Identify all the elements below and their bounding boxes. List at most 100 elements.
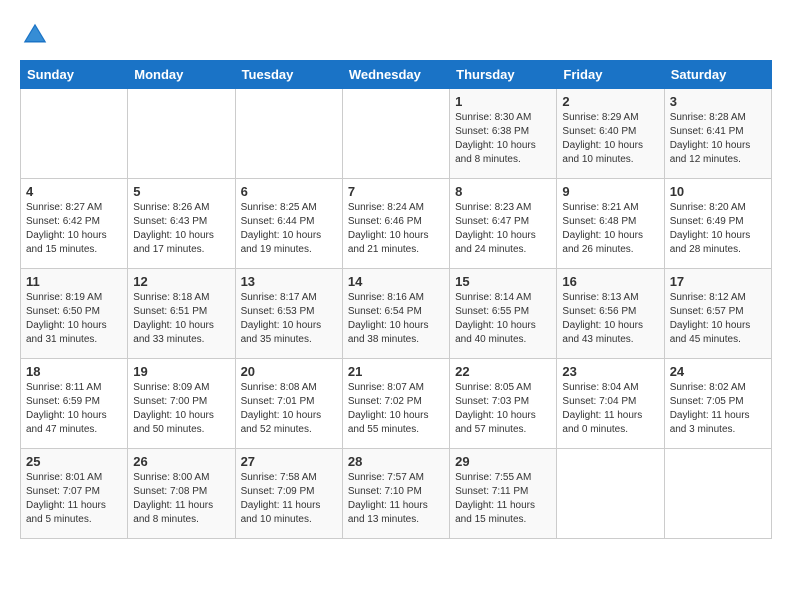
day-number: 13 [241,274,337,289]
week-row-3: 11Sunrise: 8:19 AM Sunset: 6:50 PM Dayli… [21,269,772,359]
col-wednesday: Wednesday [342,61,449,89]
day-info: Sunrise: 8:28 AM Sunset: 6:41 PM Dayligh… [670,111,766,167]
day-number: 17 [670,274,766,289]
day-number: 28 [348,454,444,469]
day-info: Sunrise: 7:55 AM Sunset: 7:11 PM Dayligh… [455,471,551,527]
calendar-cell: 1 Sunrise: 8:30 AM Sunset: 6:38 PM Daylig… [450,89,557,179]
calendar-cell: 8 Sunrise: 8:23 AM Sunset: 6:47 PM Daylig… [450,179,557,269]
day-number: 23 [562,364,658,379]
week-row-2: 4 Sunrise: 8:27 AM Sunset: 6:42 PM Daylig… [21,179,772,269]
calendar-cell: 3 Sunrise: 8:28 AM Sunset: 6:41 PM Daylig… [664,89,771,179]
calendar-cell: 21 Sunrise: 8:07 AM Sunset: 7:02 PM Dayli… [342,359,449,449]
day-info: Sunrise: 8:13 AM Sunset: 6:56 PM Dayligh… [562,291,658,347]
calendar-cell: 16 Sunrise: 8:13 AM Sunset: 6:56 PM Dayli… [557,269,664,359]
calendar-cell: 27 Sunrise: 7:58 AM Sunset: 7:09 PM Dayli… [235,449,342,539]
calendar-cell: 26 Sunrise: 8:00 AM Sunset: 7:08 PM Dayli… [128,449,235,539]
week-row-4: 18 Sunrise: 8:11 AM Sunset: 6:59 PM Dayli… [21,359,772,449]
day-number: 8 [455,184,551,199]
calendar-cell: 29 Sunrise: 7:55 AM Sunset: 7:11 PM Dayli… [450,449,557,539]
day-number: 4 [26,184,122,199]
calendar-cell [128,89,235,179]
col-friday: Friday [557,61,664,89]
calendar-cell: 23 Sunrise: 8:04 AM Sunset: 7:04 PM Dayli… [557,359,664,449]
day-number: 5 [133,184,229,199]
day-info: Sunrise: 8:19 AM Sunset: 6:50 PM Dayligh… [26,291,122,347]
day-info: Sunrise: 8:29 AM Sunset: 6:40 PM Dayligh… [562,111,658,167]
day-info: Sunrise: 8:07 AM Sunset: 7:02 PM Dayligh… [348,381,444,437]
calendar-cell: 22Sunrise: 8:05 AM Sunset: 7:03 PM Dayli… [450,359,557,449]
day-number: 20 [241,364,337,379]
day-info: Sunrise: 8:23 AM Sunset: 6:47 PM Dayligh… [455,201,551,257]
day-info: Sunrise: 7:57 AM Sunset: 7:10 PM Dayligh… [348,471,444,527]
calendar-cell: 25Sunrise: 8:01 AM Sunset: 7:07 PM Dayli… [21,449,128,539]
day-number: 29 [455,454,551,469]
day-number: 19 [133,364,229,379]
calendar-cell [557,449,664,539]
calendar-cell: 17 Sunrise: 8:12 AM Sunset: 6:57 PM Dayli… [664,269,771,359]
day-info: Sunrise: 8:08 AM Sunset: 7:01 PM Dayligh… [241,381,337,437]
calendar-cell: 13 Sunrise: 8:17 AM Sunset: 6:53 PM Dayli… [235,269,342,359]
calendar-cell: 20 Sunrise: 8:08 AM Sunset: 7:01 PM Dayli… [235,359,342,449]
calendar-cell: 19 Sunrise: 8:09 AM Sunset: 7:00 PM Dayli… [128,359,235,449]
day-info: Sunrise: 8:20 AM Sunset: 6:49 PM Dayligh… [670,201,766,257]
day-info: Sunrise: 8:16 AM Sunset: 6:54 PM Dayligh… [348,291,444,347]
day-number: 14 [348,274,444,289]
calendar-cell [664,449,771,539]
day-number: 3 [670,94,766,109]
calendar-cell: 28 Sunrise: 7:57 AM Sunset: 7:10 PM Dayli… [342,449,449,539]
page-header [20,20,772,50]
day-info: Sunrise: 8:02 AM Sunset: 7:05 PM Dayligh… [670,381,766,437]
day-info: Sunrise: 8:30 AM Sunset: 6:38 PM Dayligh… [455,111,551,167]
calendar-body: 1 Sunrise: 8:30 AM Sunset: 6:38 PM Daylig… [21,89,772,539]
day-info: Sunrise: 8:27 AM Sunset: 6:42 PM Dayligh… [26,201,122,257]
day-info: Sunrise: 8:14 AM Sunset: 6:55 PM Dayligh… [455,291,551,347]
day-number: 25 [26,454,122,469]
day-number: 21 [348,364,444,379]
calendar-cell [342,89,449,179]
day-number: 24 [670,364,766,379]
calendar-cell: 2 Sunrise: 8:29 AM Sunset: 6:40 PM Daylig… [557,89,664,179]
day-number: 16 [562,274,658,289]
day-info: Sunrise: 8:12 AM Sunset: 6:57 PM Dayligh… [670,291,766,347]
calendar-cell: 24 Sunrise: 8:02 AM Sunset: 7:05 PM Dayli… [664,359,771,449]
day-number: 12 [133,274,229,289]
calendar-table: Sunday Monday Tuesday Wednesday Thursday… [20,60,772,539]
calendar-cell: 12 Sunrise: 8:18 AM Sunset: 6:51 PM Dayli… [128,269,235,359]
day-info: Sunrise: 8:18 AM Sunset: 6:51 PM Dayligh… [133,291,229,347]
week-row-1: 1 Sunrise: 8:30 AM Sunset: 6:38 PM Daylig… [21,89,772,179]
day-info: Sunrise: 8:24 AM Sunset: 6:46 PM Dayligh… [348,201,444,257]
day-number: 26 [133,454,229,469]
day-info: Sunrise: 8:21 AM Sunset: 6:48 PM Dayligh… [562,201,658,257]
day-info: Sunrise: 8:09 AM Sunset: 7:00 PM Dayligh… [133,381,229,437]
col-sunday: Sunday [21,61,128,89]
day-info: Sunrise: 7:58 AM Sunset: 7:09 PM Dayligh… [241,471,337,527]
calendar-cell [235,89,342,179]
day-number: 10 [670,184,766,199]
day-info: Sunrise: 8:00 AM Sunset: 7:08 PM Dayligh… [133,471,229,527]
day-number: 1 [455,94,551,109]
col-tuesday: Tuesday [235,61,342,89]
day-number: 15 [455,274,551,289]
calendar-cell: 11Sunrise: 8:19 AM Sunset: 6:50 PM Dayli… [21,269,128,359]
calendar-cell: 9Sunrise: 8:21 AM Sunset: 6:48 PM Daylig… [557,179,664,269]
day-number: 2 [562,94,658,109]
day-number: 27 [241,454,337,469]
calendar-cell [21,89,128,179]
calendar-cell: 10 Sunrise: 8:20 AM Sunset: 6:49 PM Dayli… [664,179,771,269]
day-info: Sunrise: 8:04 AM Sunset: 7:04 PM Dayligh… [562,381,658,437]
day-number: 6 [241,184,337,199]
col-thursday: Thursday [450,61,557,89]
calendar-cell: 5Sunrise: 8:26 AM Sunset: 6:43 PM Daylig… [128,179,235,269]
col-saturday: Saturday [664,61,771,89]
calendar-header: Sunday Monday Tuesday Wednesday Thursday… [21,61,772,89]
day-info: Sunrise: 8:11 AM Sunset: 6:59 PM Dayligh… [26,381,122,437]
day-info: Sunrise: 8:17 AM Sunset: 6:53 PM Dayligh… [241,291,337,347]
week-row-5: 25Sunrise: 8:01 AM Sunset: 7:07 PM Dayli… [21,449,772,539]
col-monday: Monday [128,61,235,89]
logo-icon [20,20,50,50]
calendar-cell: 7Sunrise: 8:24 AM Sunset: 6:46 PM Daylig… [342,179,449,269]
calendar-cell: 4 Sunrise: 8:27 AM Sunset: 6:42 PM Daylig… [21,179,128,269]
day-number: 18 [26,364,122,379]
day-info: Sunrise: 8:05 AM Sunset: 7:03 PM Dayligh… [455,381,551,437]
calendar-cell: 6Sunrise: 8:25 AM Sunset: 6:44 PM Daylig… [235,179,342,269]
